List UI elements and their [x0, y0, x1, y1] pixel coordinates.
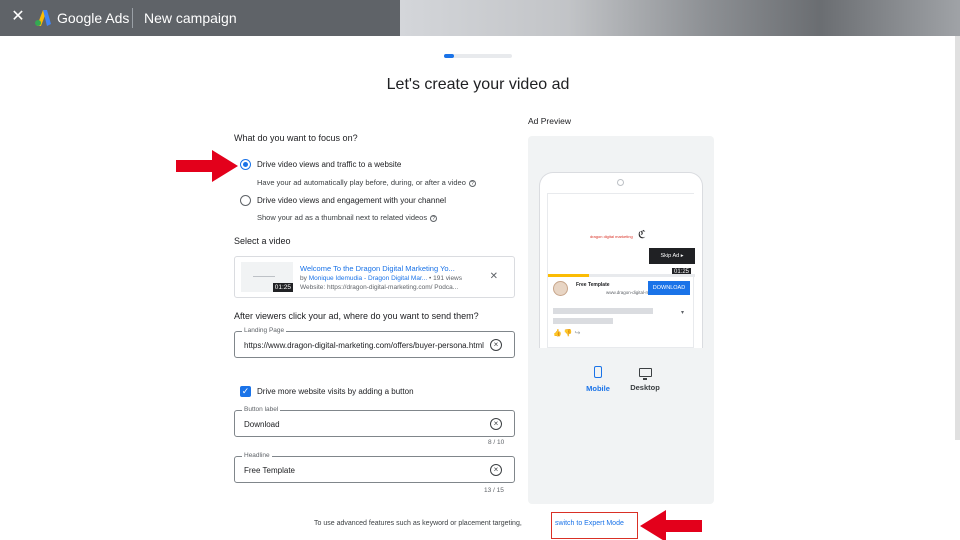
button-label-value: Download [244, 420, 280, 429]
landing-page-value: https://www.dragon-digital-marketing.com… [244, 341, 484, 350]
phone-camera [617, 179, 624, 186]
remove-video-icon[interactable]: ✕ [490, 271, 498, 282]
phone-screen: dragon digital marketing ℭ Skip Ad ▸ 01:… [547, 193, 695, 348]
ad-cta-button[interactable]: DOWNLOAD [648, 281, 690, 295]
button-label-field[interactable]: Button label Download × [234, 406, 515, 437]
step-progress [444, 54, 512, 58]
close-icon[interactable]: ✕ [10, 9, 26, 25]
chevron-down-icon: ▾ [681, 310, 685, 316]
option-traffic-description-text: Have your ad automatically play before, … [257, 178, 466, 187]
ad-info-row: Free Template www.dragon-digital-mark...… [548, 278, 695, 300]
landing-page-caption: Landing Page [242, 327, 287, 334]
preview-progress-bar [548, 274, 695, 277]
help-icon[interactable]: ? [430, 215, 438, 222]
placeholder-bar [553, 318, 613, 324]
radio-engagement[interactable] [240, 195, 251, 206]
video-duration: 01:25 [272, 283, 293, 292]
add-button-checkbox[interactable]: ✓ [240, 386, 251, 397]
phone-mockup: dragon digital marketing ℭ Skip Ad ▸ 01:… [539, 172, 703, 348]
button-label-counter: 8 / 10 [488, 439, 505, 446]
headline-value: Free Template [244, 466, 295, 475]
blurred-region [400, 0, 960, 36]
video-views: • 191 views [429, 275, 463, 282]
annotation-arrow-left [640, 510, 702, 540]
byline-prefix: by [300, 275, 307, 282]
button-label-caption: Button label [242, 406, 281, 413]
device-mobile[interactable]: Mobile [582, 366, 614, 393]
step-progress-fill [444, 54, 455, 58]
clear-icon[interactable]: × [490, 464, 502, 476]
clear-icon[interactable]: × [490, 339, 502, 351]
option-engagement-description-text: Show your ad as a thumbnail next to rela… [257, 213, 428, 222]
ad-headline: Free Template [576, 282, 610, 288]
avatar [553, 281, 568, 296]
brand-google: Google [57, 10, 103, 26]
option-traffic-label: Drive video views and traffic to a websi… [257, 160, 402, 169]
annotation-arrow-right [176, 150, 238, 182]
preview-video-logo: dragon digital marketing [590, 234, 633, 239]
top-bar: ✕ Google Ads New campaign [0, 0, 960, 36]
thumbs-up-icon: 👍 [553, 330, 564, 337]
smartphone-icon [594, 366, 602, 378]
destination-question: After viewers click your ad, where do yo… [234, 311, 479, 321]
expert-mode-hint: To use advanced features such as keyword… [314, 520, 522, 527]
device-desktop-label: Desktop [630, 383, 660, 392]
share-icon: ↪ [574, 330, 583, 337]
logo-swirl-icon: ℭ [638, 229, 646, 241]
device-mobile-label: Mobile [586, 384, 610, 393]
device-desktop[interactable]: Desktop [626, 366, 664, 392]
ad-preview-title: Ad Preview [528, 116, 571, 126]
preview-actions: 👍👎↪ [553, 329, 582, 337]
placeholder-bar [553, 308, 653, 314]
campaign-title: New campaign [144, 10, 237, 26]
brand-ads: Ads [105, 10, 130, 26]
headline-field[interactable]: Headline Free Template × [234, 452, 515, 483]
thumbnail-line [253, 276, 275, 277]
channel-link[interactable]: Monique Idemudia - Dragon Digital Mar... [309, 275, 428, 282]
video-website: Website: https://dragon-digital-marketin… [300, 284, 459, 291]
desktop-icon [638, 368, 652, 380]
focus-question: What do you want to focus on? [234, 133, 358, 143]
video-thumbnail: 01:25 [241, 262, 293, 292]
option-engagement-label: Drive video views and engagement with yo… [257, 196, 446, 205]
expert-mode-link[interactable]: switch to Expert Mode [555, 520, 624, 527]
preview-progress-fill [548, 274, 590, 277]
scrollbar[interactable] [955, 36, 960, 440]
video-byline: by Monique Idemudia - Dragon Digital Mar… [300, 275, 462, 282]
page-title: Let's create your video ad [386, 76, 570, 93]
skip-ad-button[interactable]: Skip Ad ▸ [649, 248, 695, 264]
preview-video: dragon digital marketing ℭ Skip Ad ▸ 01:… [548, 194, 695, 277]
option-engagement-description: Show your ad as a thumbnail next to rela… [257, 213, 438, 222]
clear-icon[interactable]: × [490, 418, 502, 430]
thumbs-down-icon: 👎 [563, 330, 575, 337]
header-divider [132, 8, 133, 28]
video-title[interactable]: Welcome To the Dragon Digital Marketing … [300, 264, 455, 273]
radio-traffic[interactable] [240, 159, 251, 170]
add-button-label: Drive more website visits by adding a bu… [257, 387, 414, 396]
landing-page-field[interactable]: Landing Page https://www.dragon-digital-… [234, 327, 515, 358]
headline-counter: 13 / 15 [484, 487, 504, 494]
brand-name: Google Ads [57, 10, 129, 26]
google-ads-logo [35, 10, 51, 26]
option-traffic-description: Have your ad automatically play before, … [257, 178, 476, 187]
selected-video-card[interactable]: 01:25 Welcome To the Dragon Digital Mark… [234, 256, 515, 298]
select-video-label: Select a video [234, 236, 291, 246]
headline-caption: Headline [242, 452, 272, 459]
help-icon[interactable]: ? [468, 180, 476, 187]
